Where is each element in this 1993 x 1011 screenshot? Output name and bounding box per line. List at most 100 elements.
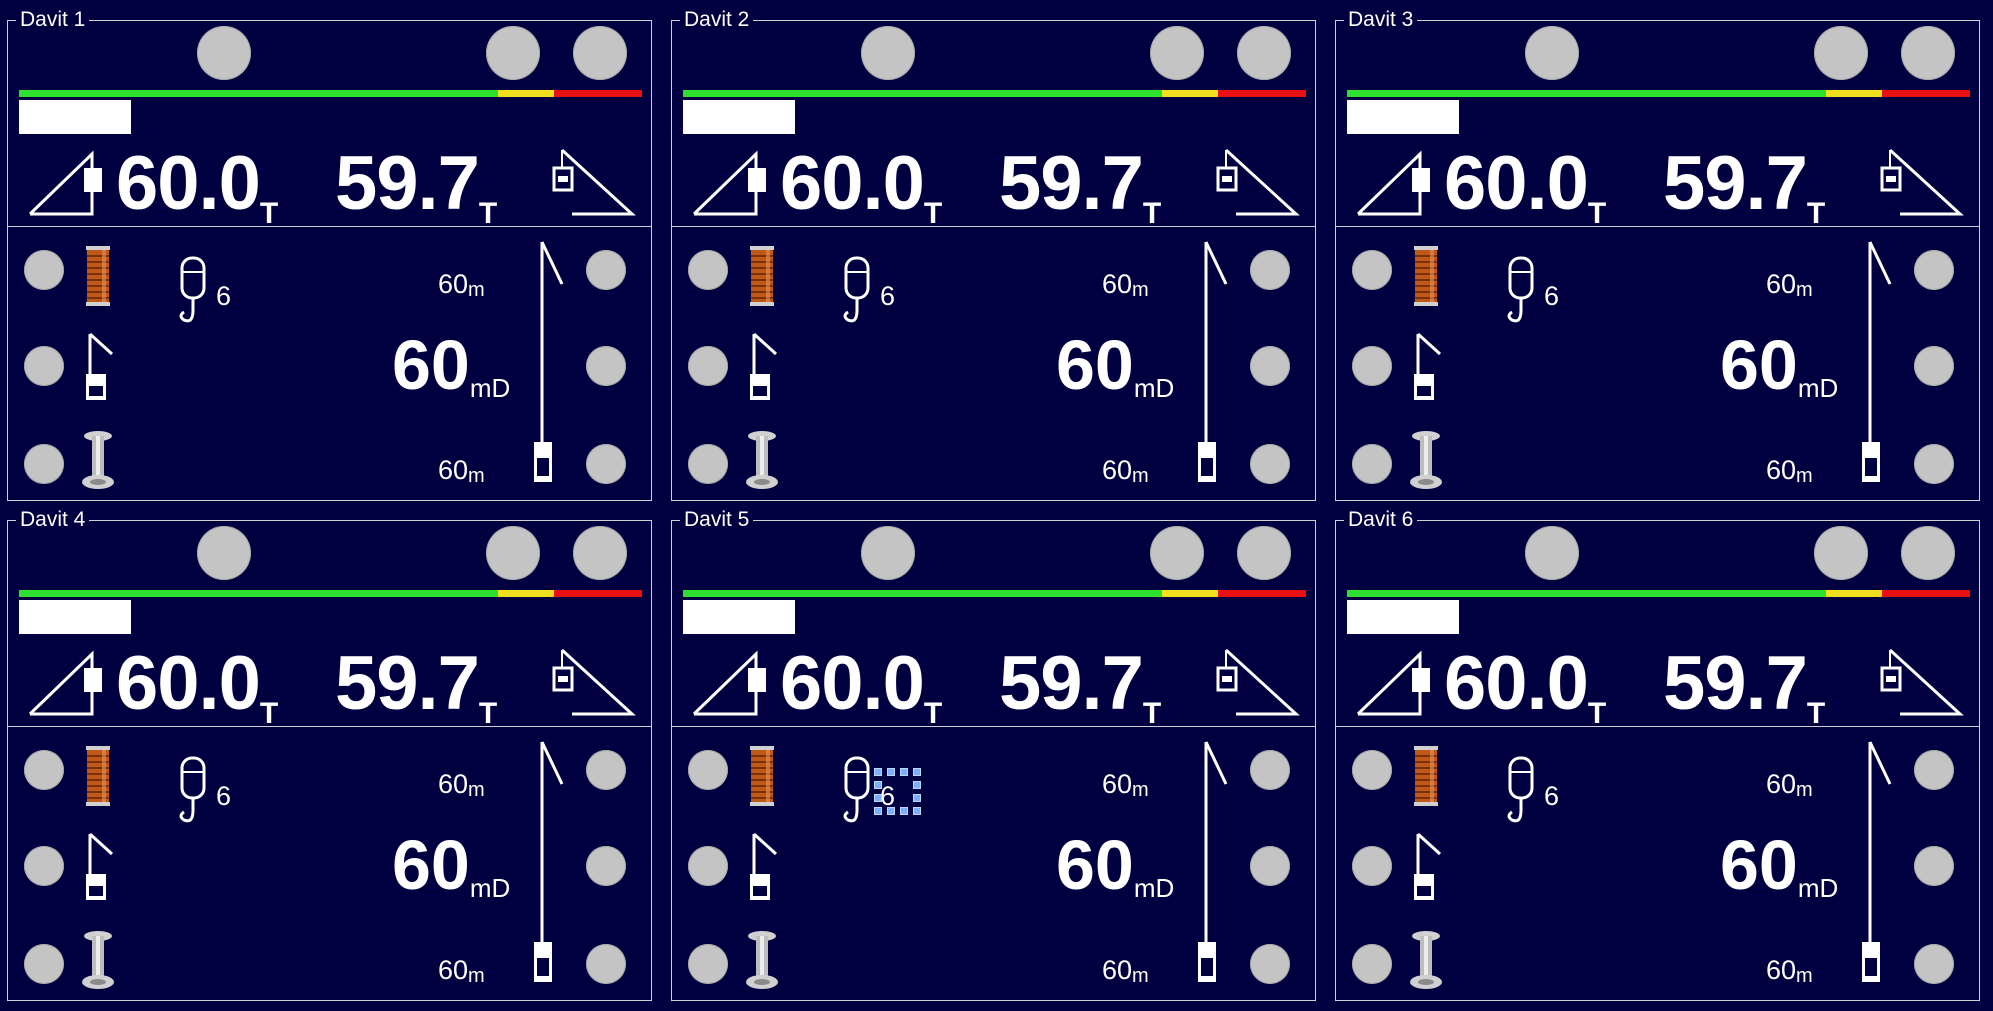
selection-handles[interactable] bbox=[874, 768, 922, 828]
top-button-3[interactable] bbox=[573, 526, 627, 580]
top-button-2[interactable] bbox=[1150, 26, 1204, 80]
top-button-1[interactable] bbox=[1525, 526, 1579, 580]
left-button-1[interactable] bbox=[688, 250, 728, 290]
left-button-2[interactable] bbox=[688, 846, 728, 886]
load-progress-fill bbox=[683, 600, 795, 634]
load-setpoint-value: 60.0T bbox=[780, 141, 942, 231]
load-bar-green bbox=[19, 90, 498, 97]
hook-block-icon bbox=[1507, 756, 1534, 823]
right-button-3[interactable] bbox=[1250, 444, 1290, 484]
davit-boom-load-icon bbox=[28, 150, 102, 216]
top-button-3[interactable] bbox=[1237, 26, 1291, 80]
top-button-1[interactable] bbox=[861, 526, 915, 580]
top-button-2[interactable] bbox=[486, 526, 540, 580]
left-button-3[interactable] bbox=[1352, 444, 1392, 484]
selection-handle[interactable] bbox=[900, 807, 908, 815]
depth-bottom-value: 60m bbox=[438, 955, 485, 987]
wire-depth-gauge-icon bbox=[1862, 241, 1892, 482]
selection-handle[interactable] bbox=[874, 768, 882, 776]
top-button-1[interactable] bbox=[197, 26, 251, 80]
load-actual-value: 59.7T bbox=[335, 141, 497, 231]
top-button-1[interactable] bbox=[861, 26, 915, 80]
hook-count: 6 bbox=[216, 281, 232, 311]
left-button-1[interactable] bbox=[688, 750, 728, 790]
right-button-2[interactable] bbox=[586, 846, 626, 886]
top-button-2[interactable] bbox=[1814, 526, 1868, 580]
right-button-2[interactable] bbox=[1250, 846, 1290, 886]
right-button-3[interactable] bbox=[586, 444, 626, 484]
davit-boom-load-right-icon bbox=[1216, 648, 1300, 716]
left-button-1[interactable] bbox=[24, 250, 64, 290]
load-actual-value: 59.7T bbox=[999, 141, 1161, 231]
right-button-2[interactable] bbox=[586, 346, 626, 386]
top-button-2[interactable] bbox=[1814, 26, 1868, 80]
selection-handle[interactable] bbox=[874, 781, 882, 789]
selection-handle[interactable] bbox=[874, 807, 882, 815]
left-button-3[interactable] bbox=[688, 444, 728, 484]
right-button-1[interactable] bbox=[1914, 750, 1954, 790]
davit-boom-load-right-icon bbox=[1216, 148, 1300, 216]
selection-handle[interactable] bbox=[874, 794, 882, 802]
panel-divider bbox=[671, 226, 1316, 227]
selection-handle[interactable] bbox=[887, 807, 895, 815]
load-bar-red bbox=[1882, 590, 1970, 597]
left-button-1[interactable] bbox=[1352, 250, 1392, 290]
davit-boom-load-icon bbox=[1356, 650, 1430, 716]
left-button-2[interactable] bbox=[1352, 346, 1392, 386]
top-button-3[interactable] bbox=[1237, 526, 1291, 580]
load-progress-fill bbox=[19, 600, 131, 634]
left-button-2[interactable] bbox=[1352, 846, 1392, 886]
depth-main-value: 60mD bbox=[392, 826, 511, 904]
left-button-2[interactable] bbox=[24, 346, 64, 386]
bollard-icon bbox=[82, 431, 114, 489]
top-button-3[interactable] bbox=[1901, 526, 1955, 580]
hook-block-icon bbox=[843, 256, 870, 323]
top-button-1[interactable] bbox=[197, 526, 251, 580]
right-button-1[interactable] bbox=[1250, 750, 1290, 790]
davit-panel-1: Davit 1 60.0T 59.7T 6 60m 60mD 60m bbox=[0, 0, 654, 501]
left-button-3[interactable] bbox=[1352, 944, 1392, 984]
right-button-1[interactable] bbox=[586, 250, 626, 290]
left-button-1[interactable] bbox=[24, 750, 64, 790]
depth-main-value: 60mD bbox=[1056, 326, 1175, 404]
top-button-2[interactable] bbox=[486, 26, 540, 80]
right-button-3[interactable] bbox=[1250, 944, 1290, 984]
winch-drum-icon bbox=[86, 246, 110, 306]
left-button-3[interactable] bbox=[24, 944, 64, 984]
top-button-3[interactable] bbox=[573, 26, 627, 80]
top-button-2[interactable] bbox=[1150, 526, 1204, 580]
left-button-3[interactable] bbox=[688, 944, 728, 984]
right-button-1[interactable] bbox=[1914, 250, 1954, 290]
davit-arm-icon bbox=[750, 832, 778, 900]
right-button-2[interactable] bbox=[1914, 346, 1954, 386]
left-button-3[interactable] bbox=[24, 444, 64, 484]
load-setpoint-value: 60.0T bbox=[1444, 141, 1606, 231]
panel-title: Davit 4 bbox=[16, 508, 90, 532]
right-button-3[interactable] bbox=[586, 944, 626, 984]
depth-top-value: 60m bbox=[1102, 269, 1149, 301]
left-button-1[interactable] bbox=[1352, 750, 1392, 790]
selection-handle[interactable] bbox=[913, 794, 921, 802]
top-button-3[interactable] bbox=[1901, 26, 1955, 80]
selection-handle[interactable] bbox=[913, 768, 921, 776]
right-button-2[interactable] bbox=[1250, 346, 1290, 386]
right-button-3[interactable] bbox=[1914, 944, 1954, 984]
davit-boom-load-right-icon bbox=[1880, 648, 1964, 716]
selection-handle[interactable] bbox=[913, 807, 921, 815]
depth-main-value: 60mD bbox=[1720, 326, 1839, 404]
left-button-2[interactable] bbox=[24, 846, 64, 886]
right-button-3[interactable] bbox=[1914, 444, 1954, 484]
top-button-1[interactable] bbox=[1525, 26, 1579, 80]
hook-block-icon bbox=[1507, 256, 1534, 323]
load-bar-green bbox=[19, 590, 498, 597]
load-bar-yellow bbox=[1162, 590, 1218, 597]
panel-divider bbox=[671, 726, 1316, 727]
selection-handle[interactable] bbox=[900, 768, 908, 776]
selection-handle[interactable] bbox=[887, 768, 895, 776]
selection-handle[interactable] bbox=[913, 781, 921, 789]
right-button-2[interactable] bbox=[1914, 846, 1954, 886]
left-button-2[interactable] bbox=[688, 346, 728, 386]
winch-drum-icon bbox=[750, 246, 774, 306]
right-button-1[interactable] bbox=[1250, 250, 1290, 290]
right-button-1[interactable] bbox=[586, 750, 626, 790]
